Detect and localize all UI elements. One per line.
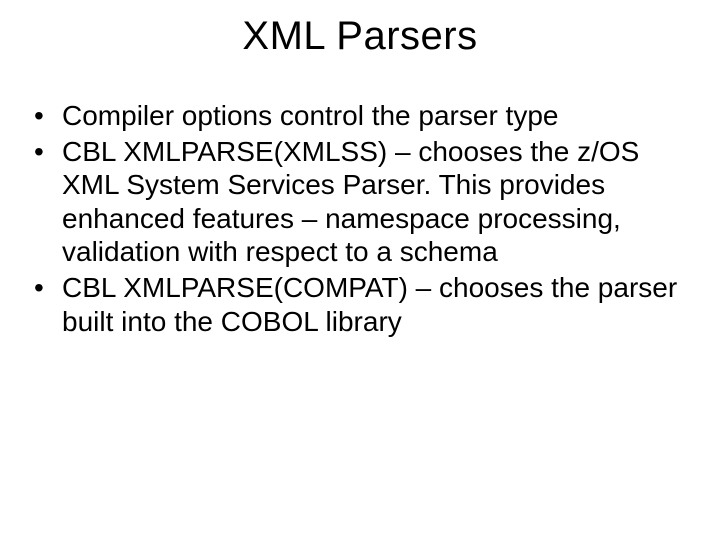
list-item: Compiler options control the parser type [34,99,686,133]
slide-body: Compiler options control the parser type… [0,59,720,338]
bullet-list: Compiler options control the parser type… [34,99,686,338]
list-item: CBL XMLPARSE(COMPAT) – chooses the parse… [34,271,686,338]
slide: XML Parsers Compiler options control the… [0,0,720,540]
slide-title: XML Parsers [0,0,720,59]
list-item: CBL XMLPARSE(XMLSS) – chooses the z/OS X… [34,135,686,269]
